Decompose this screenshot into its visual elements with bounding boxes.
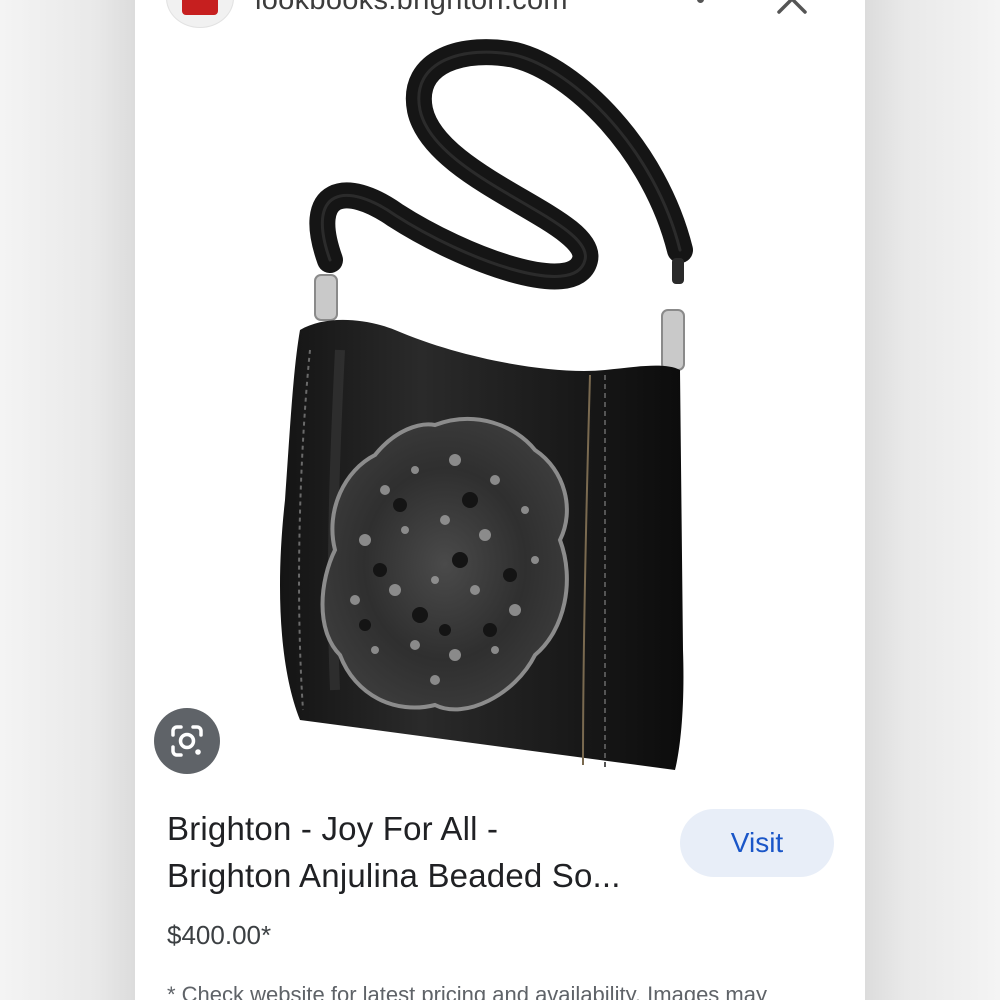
product-image[interactable] — [135, 30, 865, 775]
image-result-card: lookbooks.brighton.com Brighton - Joy Fo… — [135, 0, 865, 1000]
pricing-disclaimer: * Check website for latest pricing and a… — [167, 982, 767, 1000]
bag-illustration — [280, 39, 693, 770]
google-lens-icon[interactable] — [154, 708, 220, 774]
background-left — [0, 0, 135, 1000]
favicon-image — [182, 0, 218, 15]
background-right — [865, 0, 1000, 1000]
site-favicon[interactable] — [166, 0, 234, 28]
product-price: $400.00* — [167, 920, 272, 950]
close-icon[interactable] — [775, 0, 809, 16]
source-header: lookbooks.brighton.com — [135, 0, 865, 28]
product-title-line-1: Brighton - Joy For All - — [167, 810, 499, 847]
source-domain[interactable]: lookbooks.brighton.com — [255, 0, 568, 17]
product-title[interactable]: Brighton - Joy For All - Brighton Anjuli… — [167, 805, 667, 899]
product-title-line-2: Brighton Anjulina Beaded So... — [167, 857, 621, 894]
visit-button[interactable]: Visit — [680, 809, 834, 877]
more-options-icon[interactable] — [691, 0, 711, 10]
